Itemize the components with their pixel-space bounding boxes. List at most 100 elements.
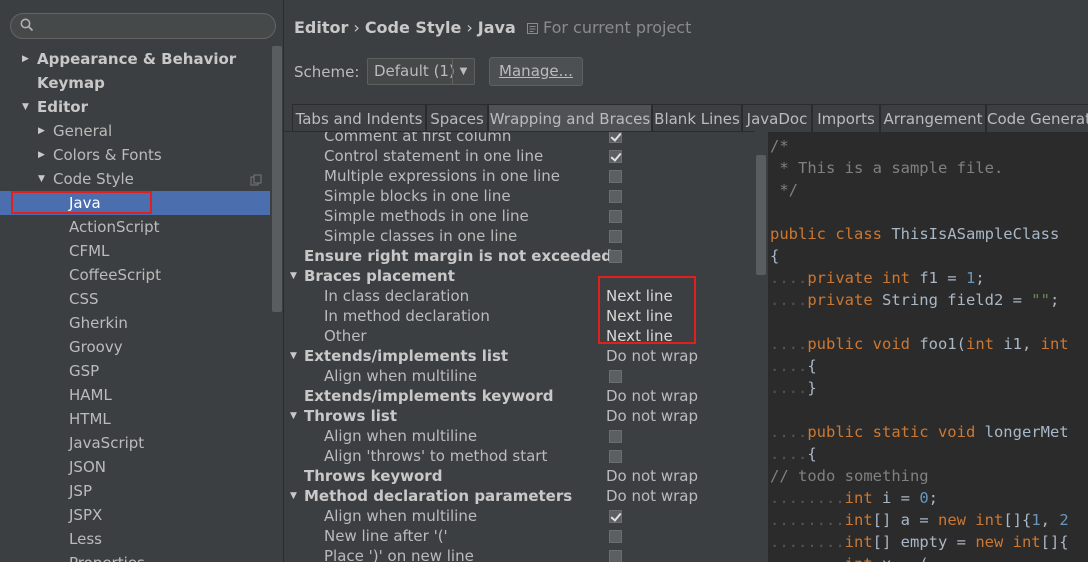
setting-row[interactable]: Control statement in one line xyxy=(284,146,754,166)
scheme-dropdown[interactable]: Default (1) ▼ xyxy=(367,58,475,85)
setting-checkbox[interactable] xyxy=(609,170,622,183)
setting-row[interactable]: ▼ Throws list Do not wrap xyxy=(284,406,754,426)
setting-row[interactable]: Extends/implements keyword Do not wrap xyxy=(284,386,754,406)
setting-name: Simple blocks in one line xyxy=(324,187,511,205)
chevron-right-icon[interactable]: ▶ xyxy=(22,47,29,71)
chevron-down-icon[interactable]: ▼ xyxy=(38,167,45,191)
breadcrumb-separator: › xyxy=(353,18,360,37)
sidebar-item-general[interactable]: ▶ General xyxy=(0,119,270,143)
chevron-right-icon[interactable]: ▶ xyxy=(38,143,45,167)
setting-name: Other xyxy=(324,327,367,345)
chevron-right-icon[interactable]: ▶ xyxy=(38,119,45,143)
setting-value[interactable]: Do not wrap xyxy=(606,406,698,426)
setting-name: Braces placement xyxy=(304,267,455,285)
chevron-down-icon[interactable]: ▼ xyxy=(290,266,297,286)
copy-scheme-icon[interactable] xyxy=(250,174,262,186)
setting-row[interactable]: ▼ Extends/implements list Do not wrap xyxy=(284,346,754,366)
setting-row[interactable]: Align when multiline xyxy=(284,506,754,526)
tab-arrangement[interactable]: Arrangement xyxy=(880,104,986,132)
setting-row[interactable]: Throws keyword Do not wrap xyxy=(284,466,754,486)
setting-row[interactable]: Simple classes in one line xyxy=(284,226,754,246)
search-input[interactable] xyxy=(10,13,276,39)
code-line: */ xyxy=(770,181,798,199)
setting-row[interactable]: Ensure right margin is not exceeded xyxy=(284,246,754,266)
tab-spaces[interactable]: Spaces xyxy=(426,104,488,132)
setting-checkbox[interactable] xyxy=(609,370,622,383)
tab-blank-lines[interactable]: Blank Lines xyxy=(652,104,742,132)
sidebar-item-label: HTML xyxy=(69,410,111,428)
chevron-down-icon[interactable]: ▼ xyxy=(290,486,297,506)
tab-imports[interactable]: Imports xyxy=(812,104,880,132)
setting-row[interactable]: Align when multiline xyxy=(284,426,754,446)
tab-code-generation[interactable]: Code Generation xyxy=(986,104,1088,132)
setting-checkbox[interactable] xyxy=(609,450,622,463)
sidebar-item-label: Appearance & Behavior xyxy=(37,50,237,68)
setting-checkbox[interactable] xyxy=(609,430,622,443)
setting-value[interactable]: Do not wrap xyxy=(606,466,698,486)
breadcrumb: Editor › Code Style › Java For current proje… xyxy=(294,17,691,39)
setting-name: Align when multiline xyxy=(324,507,478,525)
sidebar-item-javascript[interactable]: JavaScript xyxy=(0,431,270,455)
setting-row[interactable]: Simple blocks in one line xyxy=(284,186,754,206)
sidebar-item-coffeescript[interactable]: CoffeeScript xyxy=(0,263,270,287)
tab-bar: Tabs and Indents Spaces Wrapping and Brace… xyxy=(292,104,1088,132)
sidebar-item-jspx[interactable]: JSPX xyxy=(0,503,270,527)
setting-row[interactable]: Simple methods in one line xyxy=(284,206,754,226)
chevron-down-icon[interactable]: ▼ xyxy=(290,406,297,426)
sidebar-item-json[interactable]: JSON xyxy=(0,455,270,479)
tab-wrapping-and-braces[interactable]: Wrapping and Braces xyxy=(488,104,652,132)
sidebar-item-groovy[interactable]: Groovy xyxy=(0,335,270,359)
code-line: ....} xyxy=(770,379,817,397)
sidebar-item-css[interactable]: CSS xyxy=(0,287,270,311)
setting-name: Ensure right margin is not exceeded xyxy=(304,247,613,265)
annotation-highlight-box xyxy=(11,191,152,214)
setting-checkbox[interactable] xyxy=(609,210,622,223)
sidebar-scrollbar[interactable] xyxy=(272,46,282,312)
setting-value[interactable]: Do not wrap xyxy=(606,346,698,366)
setting-checkbox[interactable] xyxy=(609,530,622,543)
sidebar-item-less[interactable]: Less xyxy=(0,527,270,551)
sidebar-item-gsp[interactable]: GSP xyxy=(0,359,270,383)
sidebar-item-cfml[interactable]: CFML xyxy=(0,239,270,263)
setting-value[interactable]: Do not wrap xyxy=(606,386,698,406)
setting-checkbox[interactable] xyxy=(609,510,622,523)
sidebar-item-actionscript[interactable]: ActionScript xyxy=(0,215,270,239)
sidebar-item-label: CSS xyxy=(69,290,99,308)
setting-row[interactable]: Align 'throws' to method start xyxy=(284,446,754,466)
settings-list: Comment at first column Control statement… xyxy=(284,131,754,562)
manage-button[interactable]: Manage... xyxy=(489,57,583,86)
setting-row[interactable]: Align when multiline xyxy=(284,366,754,386)
setting-row[interactable]: Comment at first column xyxy=(284,132,754,146)
chevron-down-icon[interactable]: ▼ xyxy=(22,95,29,119)
sidebar-item-label: CoffeeScript xyxy=(69,266,161,284)
setting-checkbox[interactable] xyxy=(609,230,622,243)
setting-row[interactable]: ▼ Method declaration parameters Do not wra… xyxy=(284,486,754,506)
sidebar-item-jsp[interactable]: JSP xyxy=(0,479,270,503)
sidebar-item-gherkin[interactable]: Gherkin xyxy=(0,311,270,335)
sidebar-item-properties[interactable]: Properties xyxy=(0,551,270,562)
setting-checkbox[interactable] xyxy=(609,132,622,143)
setting-checkbox[interactable] xyxy=(609,550,622,562)
setting-value[interactable]: Do not wrap xyxy=(606,486,698,506)
tab-javadoc[interactable]: JavaDoc xyxy=(742,104,812,132)
setting-checkbox[interactable] xyxy=(609,250,622,263)
sidebar-item-haml[interactable]: HAML xyxy=(0,383,270,407)
sidebar-item-editor[interactable]: ▼ Editor xyxy=(0,95,270,119)
sidebar-item-html[interactable]: HTML xyxy=(0,407,270,431)
setting-name: Simple classes in one line xyxy=(324,227,518,245)
sidebar-item-code-style[interactable]: ▼ Code Style xyxy=(0,167,270,191)
code-line: ........int x = ( xyxy=(770,553,929,562)
setting-row[interactable]: Place ')' on new line xyxy=(284,546,754,562)
setting-row[interactable]: New line after '(' xyxy=(284,526,754,546)
chevron-down-icon[interactable]: ▼ xyxy=(452,59,474,84)
setting-checkbox[interactable] xyxy=(609,150,622,163)
chevron-down-icon[interactable]: ▼ xyxy=(290,346,297,366)
sidebar-item-colors-fonts[interactable]: ▶ Colors & Fonts xyxy=(0,143,270,167)
setting-checkbox[interactable] xyxy=(609,190,622,203)
sidebar-item-appearance-behavior[interactable]: ▶ Appearance & Behavior xyxy=(0,47,270,71)
setting-row[interactable]: Multiple expressions in one line xyxy=(284,166,754,186)
sidebar-item-keymap[interactable]: Keymap xyxy=(0,71,270,95)
settings-scrollbar[interactable] xyxy=(756,155,766,275)
breadcrumb-java: Java xyxy=(477,18,516,37)
tab-tabs-and-indents[interactable]: Tabs and Indents xyxy=(292,104,426,132)
